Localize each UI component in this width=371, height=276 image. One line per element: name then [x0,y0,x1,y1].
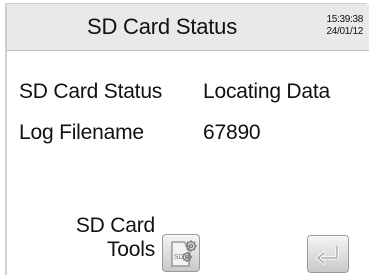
sd-card-status-label: SD Card Status [19,80,163,103]
sd-card-tools-label-line2: Tools [106,238,155,261]
log-filename-value: 67890 [203,121,261,144]
page-title: SD Card Status [86,14,238,39]
title-bar: SD Card Status 15:39:38 24/01/12 [7,4,369,51]
log-filename-label: Log Filename [19,121,144,144]
sd-card-tools-button[interactable]: SD [162,234,200,272]
sd-card-status-value: Locating Data [203,80,330,103]
sd-card-tools-label: SD Card Tools [35,214,155,262]
clock-time: 15:39:38 [326,14,363,25]
sd-card-status-screen: SD Card Status 15:39:38 24/01/12 SD Card… [5,3,369,275]
back-button[interactable] [307,235,349,273]
clock: 15:39:38 24/01/12 [326,14,363,38]
return-arrow-icon [316,246,339,265]
clock-date: 24/01/12 [326,26,363,37]
sd-card-gear-icon: SD [171,240,197,267]
sd-card-tools-label-line1: SD Card [75,214,155,237]
